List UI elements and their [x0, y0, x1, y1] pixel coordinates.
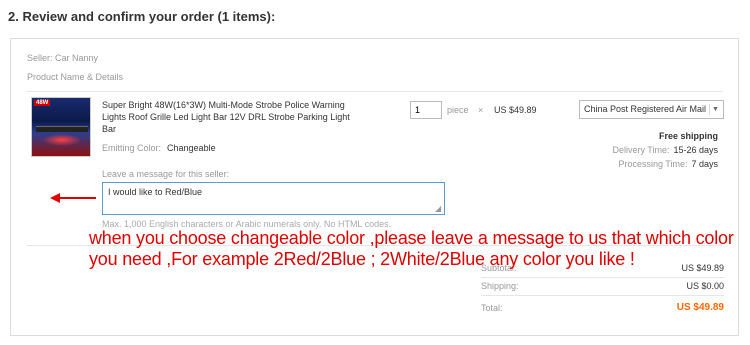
- divider: [27, 91, 722, 92]
- message-label: Leave a message for this seller:: [102, 169, 230, 179]
- shipping-method-value: China Post Registered Air Mail: [584, 104, 707, 114]
- product-name-link[interactable]: Super Bright 48W(16*3W) Multi-Mode Strob…: [102, 99, 362, 135]
- shipping-row: Shipping: US $0.00: [481, 281, 724, 291]
- processing-time-value: 7 days: [691, 159, 718, 169]
- seller-label: Seller: Car Nanny: [27, 53, 99, 63]
- shipping-label: Shipping:: [481, 281, 519, 291]
- processing-time-label: Processing Time:: [618, 159, 688, 169]
- light-bar-image: [36, 126, 88, 132]
- product-header: Product Name & Details: [27, 72, 124, 82]
- divider: [481, 295, 724, 296]
- free-shipping-label: Free shipping: [658, 131, 718, 141]
- resize-handle-icon[interactable]: ◢: [435, 205, 441, 213]
- total-value: US $49.89: [676, 302, 724, 313]
- unit-price: US $49.89: [494, 105, 537, 115]
- shipping-method-select[interactable]: China Post Registered Air Mail ▼: [579, 100, 724, 119]
- product-thumbnail[interactable]: 48W: [31, 97, 91, 157]
- shipping-value: US $0.00: [686, 281, 724, 291]
- light-glow-image: [42, 134, 82, 146]
- divider: [481, 277, 724, 278]
- annotation-note: when you choose changeable color ,please…: [89, 228, 734, 269]
- thumbnail-tag: 48W: [34, 100, 51, 106]
- quantity-unit: piece: [447, 105, 469, 115]
- total-label: Total:: [481, 303, 503, 313]
- quantity-input[interactable]: [410, 101, 442, 119]
- processing-time: Processing Time: 7 days: [618, 159, 718, 169]
- section-title: 2. Review and confirm your order (1 item…: [8, 9, 276, 24]
- color-value: Changeable: [167, 143, 216, 153]
- order-box: Seller: Car Nanny Product Name & Details…: [10, 38, 739, 336]
- color-label: Emitting Color:: [102, 143, 162, 153]
- product-color: Emitting Color: Changeable: [102, 143, 216, 153]
- red-arrow-icon: [50, 193, 96, 203]
- delivery-time-label: Delivery Time:: [612, 145, 670, 155]
- delivery-time: Delivery Time: 15-26 days: [612, 145, 718, 155]
- delivery-time-value: 15-26 days: [673, 145, 718, 155]
- times-sign: ×: [478, 105, 484, 115]
- chevron-down-icon[interactable]: ▼: [709, 104, 721, 115]
- seller-message-textarea[interactable]: I would like to Red/Blue: [102, 182, 445, 215]
- total-row: Total: US $49.89: [481, 302, 724, 313]
